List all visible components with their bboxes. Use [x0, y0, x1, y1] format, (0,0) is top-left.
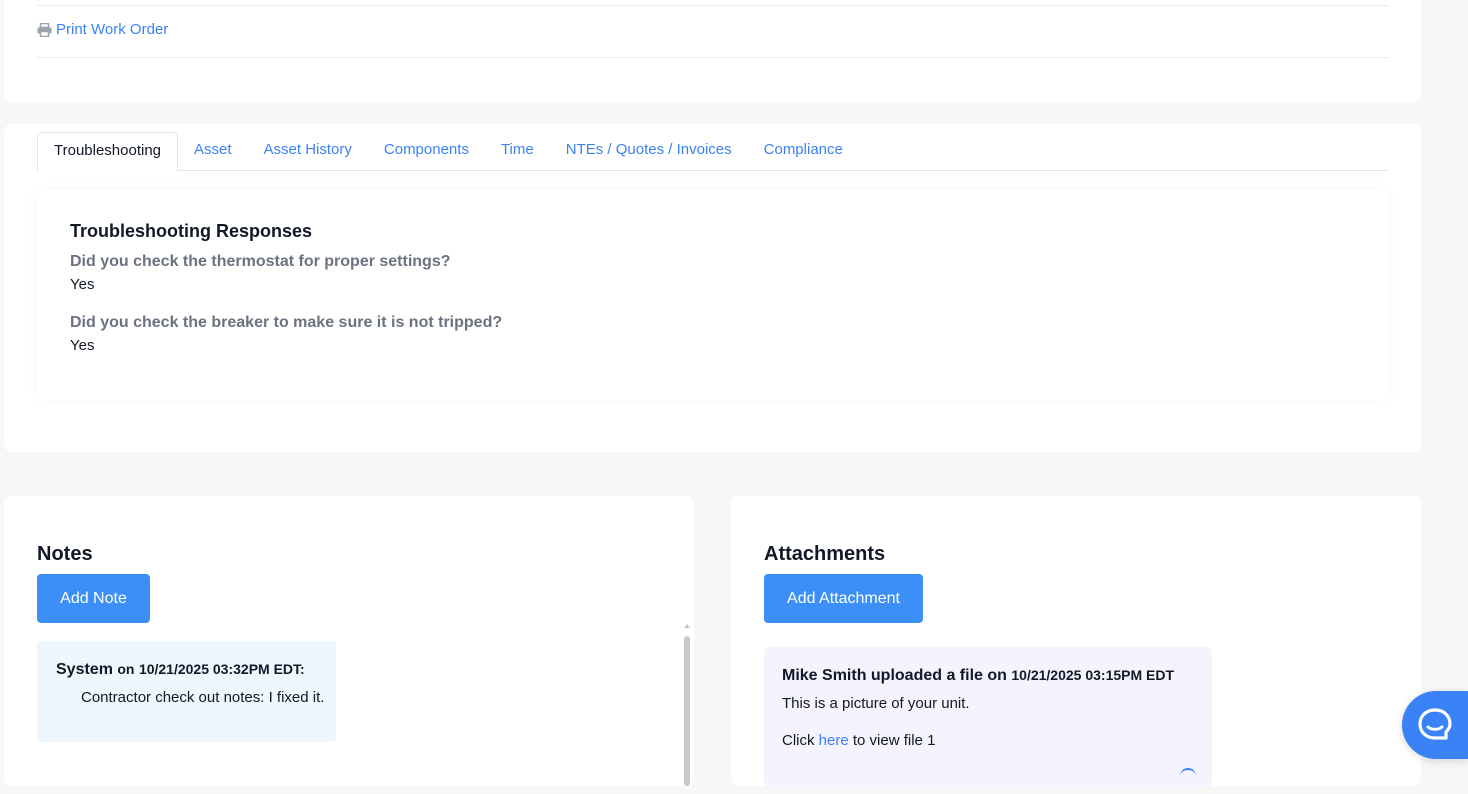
note-header: System on 10/21/2025 03:32PM EDT: — [56, 661, 305, 679]
tab-components[interactable]: Components — [368, 132, 485, 169]
add-attachment-button[interactable]: Add Attachment — [764, 574, 923, 623]
scroll-up-arrow-icon[interactable] — [684, 624, 690, 628]
divider — [37, 57, 1389, 58]
note-author: System — [56, 661, 113, 678]
tab-troubleshooting[interactable]: Troubleshooting — [37, 132, 179, 172]
notes-title: Notes — [37, 543, 93, 565]
attachment-description: This is a picture of your unit. — [782, 695, 970, 712]
tab-compliance[interactable]: Compliance — [748, 132, 859, 169]
attachment-timestamp: 10/21/2025 03:15PM EDT — [1011, 667, 1175, 683]
print-work-order-link[interactable]: Print Work Order — [37, 21, 168, 38]
scroll-thumb[interactable] — [684, 636, 690, 786]
attachments-title: Attachments — [764, 543, 886, 565]
tab-asset[interactable]: Asset — [178, 132, 248, 169]
troubleshooting-question: Did you check the thermostat for proper … — [70, 253, 451, 270]
tab-ntes-quotes-invoices[interactable]: NTEs / Quotes / Invoices — [550, 132, 748, 169]
attachments-card: Attachments Add Attachment Mike Smith up… — [731, 496, 1421, 787]
tab-time[interactable]: Time — [485, 132, 550, 169]
chat-help-icon — [1418, 708, 1452, 740]
printer-icon — [37, 22, 52, 37]
attachment-header: Mike Smith uploaded a file on 10/21/2025… — [782, 667, 1174, 685]
notes-card: Notes Add Note System on 10/21/2025 03:3… — [4, 496, 694, 786]
add-note-button[interactable]: Add Note — [37, 574, 150, 623]
divider — [37, 5, 1389, 6]
attachment-uploader: Mike Smith uploaded a file on — [782, 667, 1007, 684]
troubleshooting-answer: Yes — [70, 337, 95, 354]
note-body: Contractor check out notes: I fixed it. — [81, 689, 325, 706]
tab-bar: Troubleshooting Asset Asset History Comp… — [37, 132, 1389, 172]
work-order-tabs-card: Troubleshooting Asset Asset History Comp… — [4, 124, 1421, 452]
troubleshooting-answer: Yes — [70, 276, 95, 293]
troubleshooting-title: Troubleshooting Responses — [70, 221, 313, 241]
attachment-click-suffix: to view file 1 — [852, 732, 936, 749]
attachment-item: Mike Smith uploaded a file on 10/21/2025… — [764, 647, 1212, 787]
attachment-view-line: Click here to view file 1 — [782, 732, 935, 749]
notes-scrollbar[interactable] — [683, 624, 691, 794]
work-order-actions-card: Print Work Order — [4, 0, 1421, 102]
troubleshooting-question: Did you check the breaker to make sure i… — [70, 314, 503, 331]
note-on: on — [117, 661, 135, 677]
attachment-click-prefix: Click — [782, 732, 815, 749]
print-work-order-label: Print Work Order — [56, 21, 169, 38]
troubleshooting-panel: Troubleshooting Responses Did you check … — [37, 190, 1389, 400]
note-timestamp: 10/21/2025 03:32PM EDT: — [138, 661, 305, 677]
attachment-view-link[interactable]: here — [819, 732, 849, 749]
tab-asset-history[interactable]: Asset History — [248, 132, 368, 169]
help-chat-button[interactable] — [1402, 691, 1468, 759]
note-item: System on 10/21/2025 03:32PM EDT: Contra… — [37, 641, 336, 742]
